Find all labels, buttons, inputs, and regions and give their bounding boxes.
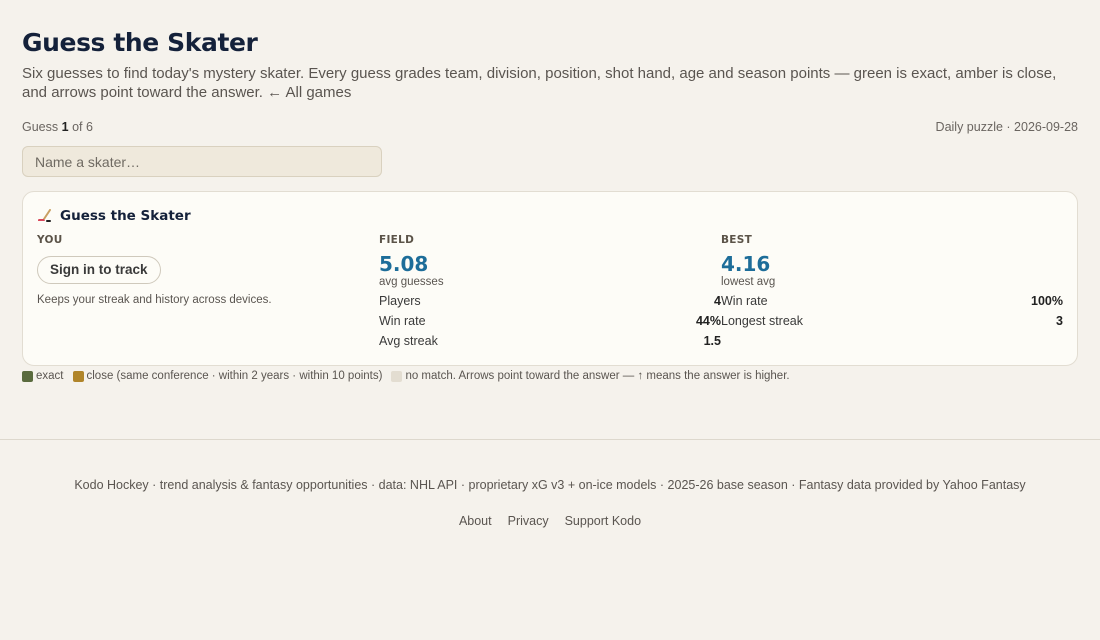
stat-value: 4 bbox=[714, 294, 721, 308]
best-heading: BEST bbox=[721, 234, 753, 246]
stat-label: Win rate bbox=[379, 314, 426, 328]
legend-exact-label: exact bbox=[36, 370, 64, 382]
stat-value: 3 bbox=[1056, 314, 1063, 328]
card-title: Guess the Skater bbox=[60, 208, 191, 224]
footer-credits: Kodo Hockey · trend analysis & fantasy o… bbox=[74, 478, 1026, 492]
intro-text: Six guesses to find today's mystery skat… bbox=[22, 64, 1082, 102]
field-avg-label: avg guesses bbox=[379, 276, 444, 288]
field-heading: FIELD bbox=[379, 234, 415, 246]
field-stat-avg-streak: Avg streak 1.5 bbox=[379, 331, 721, 351]
field-stats: Players 4 Win rate 44% Avg streak 1.5 bbox=[379, 291, 721, 351]
close-swatch bbox=[72, 370, 84, 382]
field-column: FIELD 5.08 avg guesses Players 4 Win rat… bbox=[379, 234, 721, 351]
guess-counter: Guess 1 of 6 bbox=[22, 120, 93, 136]
no-match-swatch bbox=[391, 370, 403, 382]
legend-close: close (same conference · within 2 years … bbox=[72, 370, 383, 382]
page: Guess the Skater Six guesses to find tod… bbox=[0, 0, 1100, 383]
legend-close-label: close (same conference · within 2 years … bbox=[86, 370, 383, 382]
guess-prefix: Guess bbox=[22, 120, 59, 134]
daily-puzzle-date: Daily puzzle · 2026-09-28 bbox=[935, 120, 1078, 134]
stats-columns: YOU Sign in to track Keeps your streak a… bbox=[37, 234, 1063, 351]
sign-in-button[interactable]: Sign in to track bbox=[37, 256, 161, 284]
footer-link-privacy[interactable]: Privacy bbox=[508, 514, 549, 528]
stat-label: Players bbox=[379, 294, 421, 308]
best-stat-longest-streak: Longest streak 3 bbox=[721, 311, 1063, 331]
best-avg-value: 4.16 bbox=[721, 252, 771, 276]
stats-card: Guess the Skater YOU Sign in to track Ke… bbox=[22, 191, 1078, 366]
legend-exact: exact bbox=[22, 370, 64, 382]
guess-total: of 6 bbox=[72, 120, 93, 134]
guess-current: 1 bbox=[61, 120, 69, 134]
field-stat-win-rate: Win rate 44% bbox=[379, 311, 721, 331]
all-games-link[interactable]: ← All games bbox=[267, 84, 351, 101]
footer-divider bbox=[0, 439, 1100, 440]
best-column: BEST 4.16 lowest avg Win rate 100% Longe… bbox=[721, 234, 1063, 351]
best-stat-win-rate: Win rate 100% bbox=[721, 291, 1063, 311]
you-heading: YOU bbox=[37, 234, 63, 246]
stat-label: Avg streak bbox=[379, 334, 438, 348]
field-avg-value: 5.08 bbox=[379, 252, 429, 276]
page-title: Guess the Skater bbox=[22, 28, 258, 57]
best-avg-label: lowest avg bbox=[721, 276, 776, 288]
stat-label: Win rate bbox=[721, 294, 768, 308]
hockey-stick-icon bbox=[37, 209, 54, 223]
footer-links: About Privacy Support Kodo bbox=[0, 514, 1100, 528]
stat-value: 100% bbox=[1031, 294, 1063, 308]
field-stat-players: Players 4 bbox=[379, 291, 721, 311]
footer-link-about[interactable]: About bbox=[459, 514, 492, 528]
card-header: Guess the Skater bbox=[37, 208, 1063, 224]
legend-none: no match. Arrows point toward the answer… bbox=[391, 370, 790, 382]
sign-in-note: Keeps your streak and history across dev… bbox=[37, 294, 272, 306]
exact-swatch bbox=[22, 370, 33, 382]
stat-value: 44% bbox=[695, 314, 721, 328]
status-row: Guess 1 of 6 Daily puzzle · 2026-09-28 bbox=[22, 120, 1078, 136]
you-column: YOU Sign in to track Keeps your streak a… bbox=[37, 234, 379, 351]
best-stats: Win rate 100% Longest streak 3 bbox=[721, 291, 1063, 331]
footer-link-support[interactable]: Support Kodo bbox=[565, 514, 641, 528]
skater-search-input[interactable] bbox=[22, 146, 382, 177]
color-legend: exact close (same conference · within 2 … bbox=[22, 369, 1078, 383]
stat-label: Longest streak bbox=[721, 314, 803, 328]
legend-none-label: no match. Arrows point toward the answer… bbox=[405, 370, 790, 382]
stat-value: 1.5 bbox=[703, 334, 721, 348]
intro-description: Six guesses to find today's mystery skat… bbox=[22, 65, 1057, 101]
